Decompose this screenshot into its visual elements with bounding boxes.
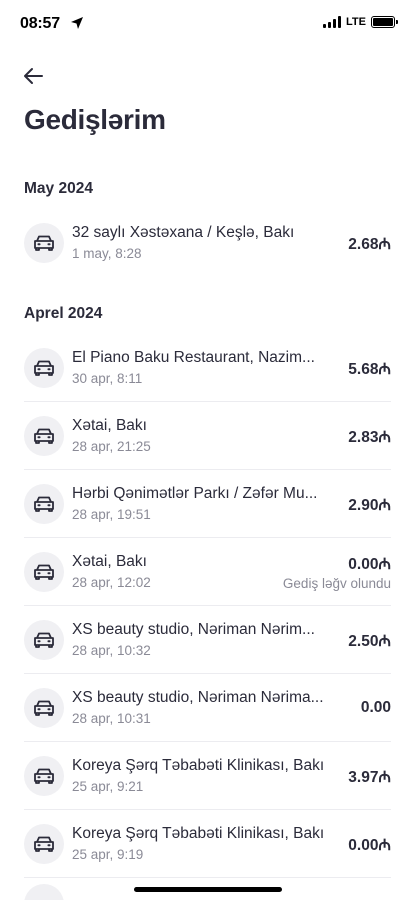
trip-row[interactable]: Koreya Şərq Təbabəti Klinikası, Bakı 25 … — [24, 810, 391, 878]
trip-date: 28 apr, 12:02 — [72, 574, 151, 590]
trip-date: 1 may, 8:28 — [72, 246, 142, 261]
car-icon-circle — [24, 415, 64, 456]
car-icon — [34, 632, 54, 648]
trip-date: 28 apr, 10:32 — [72, 642, 151, 658]
status-bar: 08:57 LTE — [0, 0, 415, 48]
trip-row[interactable]: Xətai, Bakı 28 apr, 21:25 2.83₼ — [24, 402, 391, 470]
page-title: Gedişlərim — [24, 104, 166, 135]
network-label: LTE — [346, 16, 366, 28]
arrow-left-icon — [24, 68, 43, 84]
trip-amount: 2.83₼ — [348, 428, 391, 446]
status-time: 08:57 — [20, 15, 60, 32]
trip-date: 25 apr, 9:19 — [72, 846, 144, 862]
car-icon-circle — [24, 619, 64, 660]
car-icon-circle — [24, 483, 64, 524]
trip-title: XS beauty studio, Nəriman Nərim... — [72, 620, 315, 638]
trip-amount: 0.00₼ — [348, 836, 391, 854]
trip-date: 25 apr, 9:21 — [72, 778, 144, 794]
trip-amount: 5.68₼ — [348, 360, 391, 378]
trip-title: Xətai, Bakı — [72, 416, 147, 434]
trip-title: El Piano Baku Restaurant, Nazim... — [72, 348, 315, 366]
location-arrow-icon — [71, 17, 83, 29]
car-icon-circle — [24, 823, 64, 864]
trip-status-note: Gediş ləğv olundu — [282, 576, 391, 591]
trip-date: 28 apr, 19:51 — [72, 506, 151, 522]
car-icon — [34, 836, 54, 852]
trip-title: XS beauty studio, Nəriman Nərima... — [72, 688, 324, 706]
trip-amount: 2.50₼ — [348, 632, 391, 650]
trip-date: 28 apr, 21:25 — [72, 438, 151, 454]
car-icon — [34, 428, 54, 444]
status-indicators: LTE — [323, 16, 398, 28]
car-icon-circle — [24, 687, 64, 728]
trip-amount: 0.00₼ — [348, 556, 391, 573]
section-title-may: May 2024 — [24, 180, 93, 197]
car-icon — [34, 700, 54, 716]
trip-title: Koreya Şərq Təbabəti Klinikası, Bakı — [72, 756, 325, 774]
home-indicator — [134, 887, 282, 892]
trip-amount: 3.97₼ — [348, 768, 391, 786]
car-icon — [34, 496, 54, 512]
car-icon — [34, 235, 54, 251]
car-icon-circle — [24, 755, 64, 796]
trip-row[interactable]: El Piano Baku Restaurant, Nazim... 30 ap… — [24, 334, 391, 402]
car-icon-circle — [24, 347, 64, 388]
car-icon-circle — [24, 884, 64, 900]
trip-row[interactable]: Hərbi Qənimətlər Parkı / Zəfər Mu... 28 … — [24, 470, 391, 538]
trip-row[interactable]: Koreya Şərq Təbabəti Klinikası, Bakı 25 … — [24, 742, 391, 810]
trip-row[interactable]: XS beauty studio, Nəriman Nərim... 28 ap… — [24, 606, 391, 674]
trip-date: 30 apr, 8:11 — [72, 370, 143, 386]
back-button[interactable] — [22, 64, 50, 88]
trip-title: Koreya Şərq Təbabəti Klinikası, Bakı — [72, 824, 325, 842]
trip-row[interactable]: 32 saylı Xəstəxana / Keşlə, Bakı 1 may, … — [24, 209, 391, 277]
section-title-april: Aprel 2024 — [24, 305, 103, 322]
car-icon — [34, 360, 54, 376]
signal-icon — [323, 16, 342, 28]
battery-icon — [371, 16, 398, 28]
car-icon — [34, 564, 54, 580]
car-icon-circle — [24, 551, 64, 592]
trip-amount: 2.90₼ — [348, 496, 391, 514]
trip-row[interactable]: Xətai, Bakı 28 apr, 12:02 0.00₼ Gediş lə… — [24, 538, 391, 606]
trip-amount: 2.68₼ — [348, 236, 391, 253]
trip-title: Xətai, Bakı — [72, 552, 147, 570]
car-icon-circle — [24, 223, 64, 263]
trip-title: 32 saylı Xəstəxana / Keşlə, Bakı — [72, 224, 295, 241]
trip-amount: 0.00 — [360, 698, 391, 716]
trip-title: Hərbi Qənimətlər Parkı / Zəfər Mu... — [72, 484, 318, 502]
trip-date: 28 apr, 10:31 — [72, 710, 151, 726]
car-icon — [34, 768, 54, 784]
trip-row[interactable]: XS beauty studio, Nəriman Nərima... 28 a… — [24, 674, 391, 742]
